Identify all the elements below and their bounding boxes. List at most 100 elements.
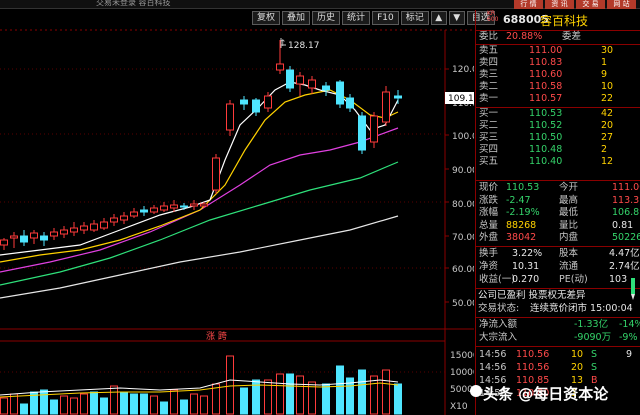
- kline-chart[interactable]: 120.0 110.0 100.0 90.00 80.00 70.00 60.0…: [0, 0, 480, 415]
- volume-bar: [370, 375, 378, 415]
- level-label: 卖四: [479, 57, 499, 68]
- price-tick: 90.00: [452, 166, 474, 176]
- quote-label: 净资: [479, 261, 499, 272]
- buy-level-row[interactable]: 买四 110.48 2: [476, 144, 640, 156]
- tab-market[interactable]: 行 情: [514, 0, 543, 9]
- price-tick: 60.00: [452, 265, 474, 275]
- candle-body: [296, 75, 304, 85]
- volume-bar: [160, 401, 168, 415]
- kline-svg: 120.0 110.0 100.0 90.00 80.00 70.00 60.0…: [0, 29, 480, 415]
- divider: [476, 246, 640, 247]
- quote-row[interactable]: 现价 110.53 今开 111.00: [476, 182, 640, 194]
- volume-bar: [200, 395, 208, 415]
- level-price: 110.53: [529, 108, 563, 119]
- quote-value: 111.00: [612, 182, 640, 193]
- level-price: 110.60: [529, 69, 563, 80]
- quote-label: 收益(一): [479, 274, 515, 285]
- flow-percent: -9%: [619, 332, 638, 343]
- candle-body: [276, 63, 284, 71]
- committee-ratio-value: 20.88%: [506, 31, 543, 42]
- candle-body: [30, 232, 38, 239]
- stock-name: 容百科技: [540, 14, 589, 28]
- tick-row[interactable]: 14:56 110.56 20 S: [476, 362, 640, 374]
- toutiao-logo-icon: [470, 385, 482, 397]
- tab-website[interactable]: 网 站: [607, 0, 636, 9]
- flow-row[interactable]: 净流入额 -1.33亿 -14%: [476, 319, 640, 331]
- top-tab-strip: 行 情 资 讯 交 易 网 站: [512, 0, 636, 9]
- quote-label: 现价: [479, 182, 499, 193]
- stock-header: KR 600 688005 容百科技: [476, 10, 640, 30]
- buy-level-row[interactable]: 买一 110.53 42: [476, 108, 640, 120]
- candle-body: [130, 211, 138, 217]
- quote-panel: KR 600 688005 容百科技 委比 20.88% 委差 卖五 111.00…: [475, 10, 640, 415]
- tick-count: 9: [626, 349, 633, 360]
- volume-bar: [110, 385, 118, 415]
- candle-body: [240, 99, 248, 105]
- ma10-line: [0, 89, 399, 263]
- level-volume: 20: [601, 120, 614, 131]
- pen-icon[interactable]: [628, 278, 638, 300]
- quote-row[interactable]: 收益(一) 0.270 PE(动) 103: [476, 274, 640, 286]
- level-volume: 9: [601, 69, 608, 80]
- buy-level-row[interactable]: 买二 110.52 20: [476, 120, 640, 132]
- volume-bar: [180, 399, 188, 415]
- quote-row[interactable]: 净资 10.31 流通 2.74亿: [476, 261, 640, 273]
- quote-row[interactable]: 外盘 38042 内盘 50226: [476, 232, 640, 244]
- level-price: 110.48: [529, 144, 563, 155]
- quote-value: 38042: [506, 232, 537, 243]
- volume-bar: [130, 393, 138, 415]
- quote-label: 量比: [559, 219, 579, 231]
- volume-tick: X10: [450, 402, 468, 412]
- volume-bar: [240, 387, 248, 415]
- quote-label: 换手: [479, 248, 499, 259]
- buy-level-row[interactable]: 买三 110.50 27: [476, 132, 640, 144]
- volume-bar: [190, 393, 198, 415]
- candle-body: [252, 99, 260, 113]
- trade-status-label: 交易状态:: [478, 303, 520, 314]
- quote-row[interactable]: 涨跌 -2.47 最高 113.37: [476, 195, 640, 207]
- quote-row[interactable]: 换手 3.22% 股本 4.47亿: [476, 248, 640, 260]
- quote-row[interactable]: 总量 88268 量比 0.81: [476, 220, 640, 232]
- candle-body: [212, 157, 220, 191]
- sell-level-row[interactable]: 卖五 111.00 30: [476, 45, 640, 57]
- flow-percent: -14%: [619, 319, 640, 330]
- quote-value: 2.74亿: [609, 261, 640, 272]
- candle-body: [336, 81, 344, 105]
- candle-body: [10, 235, 18, 239]
- sell-level-row[interactable]: 卖二 110.58 10: [476, 81, 640, 93]
- high-price-label: 128.17: [288, 41, 320, 51]
- candle-body: [60, 229, 68, 235]
- level-price: 110.52: [529, 120, 563, 131]
- price-tick: 80.00: [452, 200, 474, 210]
- volume-bar: [296, 375, 304, 415]
- candle-body: [200, 203, 208, 207]
- quote-label: 今开: [559, 182, 579, 193]
- committee-ratio-label: 委比: [479, 31, 499, 42]
- tick-row[interactable]: 14:56 110.56 10 S 9: [476, 349, 640, 361]
- tab-trade[interactable]: 交 易: [576, 0, 605, 9]
- buy-level-row[interactable]: 买五 110.40 12: [476, 156, 640, 168]
- candle-body: [120, 215, 128, 221]
- sell-level-row[interactable]: 卖三 110.60 9: [476, 69, 640, 81]
- flow-label: 大宗流入: [479, 332, 518, 343]
- level-price: 111.00: [529, 45, 563, 56]
- tab-news[interactable]: 资 讯: [545, 0, 574, 9]
- tick-price: 110.56: [516, 349, 550, 360]
- candle-body: [80, 225, 88, 231]
- moving-average-lines: [0, 81, 399, 299]
- sell-level-row[interactable]: 卖四 110.83 1: [476, 57, 640, 69]
- quote-row[interactable]: 涨幅 -2.19% 最低 106.89: [476, 207, 640, 219]
- quote-label: 股本: [559, 248, 579, 259]
- divider: [476, 317, 640, 318]
- tick-time: 14:56: [479, 349, 507, 360]
- volume-bar: [276, 373, 284, 415]
- volume-bar: [336, 365, 344, 415]
- candle-body: [40, 235, 48, 241]
- level-price: 110.57: [529, 93, 563, 104]
- candle-body: [180, 205, 188, 208]
- flow-row[interactable]: 大宗流入 -9090万 -9%: [476, 332, 640, 344]
- quote-label: 内盘: [559, 232, 579, 243]
- tick-time: 14:56: [479, 362, 507, 373]
- sell-level-row[interactable]: 卖一 110.57 22: [476, 93, 640, 105]
- candle-body: [264, 95, 272, 109]
